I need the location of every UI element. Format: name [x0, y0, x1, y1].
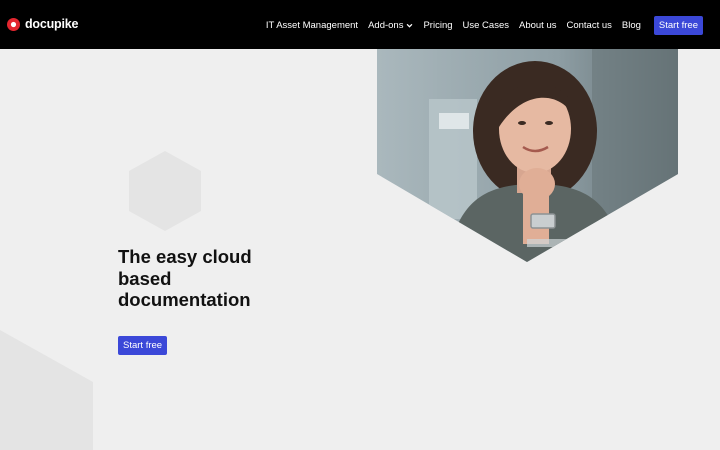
nav-item-pricing[interactable]: Pricing — [423, 20, 452, 31]
brand-name: docupike — [25, 17, 79, 31]
hero-start-free-button[interactable]: Start free — [118, 336, 168, 355]
nav-item-add-ons[interactable]: Add-ons — [368, 20, 413, 31]
main-nav: IT Asset Management Add-ons Pricing Use … — [266, 16, 703, 35]
nav-item-contact-us[interactable]: Contact us — [566, 20, 611, 31]
hexagon-decoration — [129, 151, 201, 231]
logo-icon — [7, 17, 20, 31]
hexagon-decoration-corner — [0, 330, 93, 450]
site-header: docupike IT Asset Management Add-ons Pri… — [0, 0, 720, 49]
nav-item-it-asset-management[interactable]: IT Asset Management — [266, 20, 358, 31]
nav-item-use-cases[interactable]: Use Cases — [463, 20, 509, 31]
hero-title: The easy cloud based documentation — [118, 246, 252, 310]
nav-item-about-us[interactable]: About us — [519, 20, 557, 31]
brand-logo[interactable]: docupike — [7, 17, 78, 31]
header-start-free-button[interactable]: Start free — [653, 16, 703, 35]
nav-item-blog[interactable]: Blog — [622, 20, 641, 31]
chevron-down-icon — [407, 23, 413, 28]
hero-photo — [377, 49, 678, 262]
